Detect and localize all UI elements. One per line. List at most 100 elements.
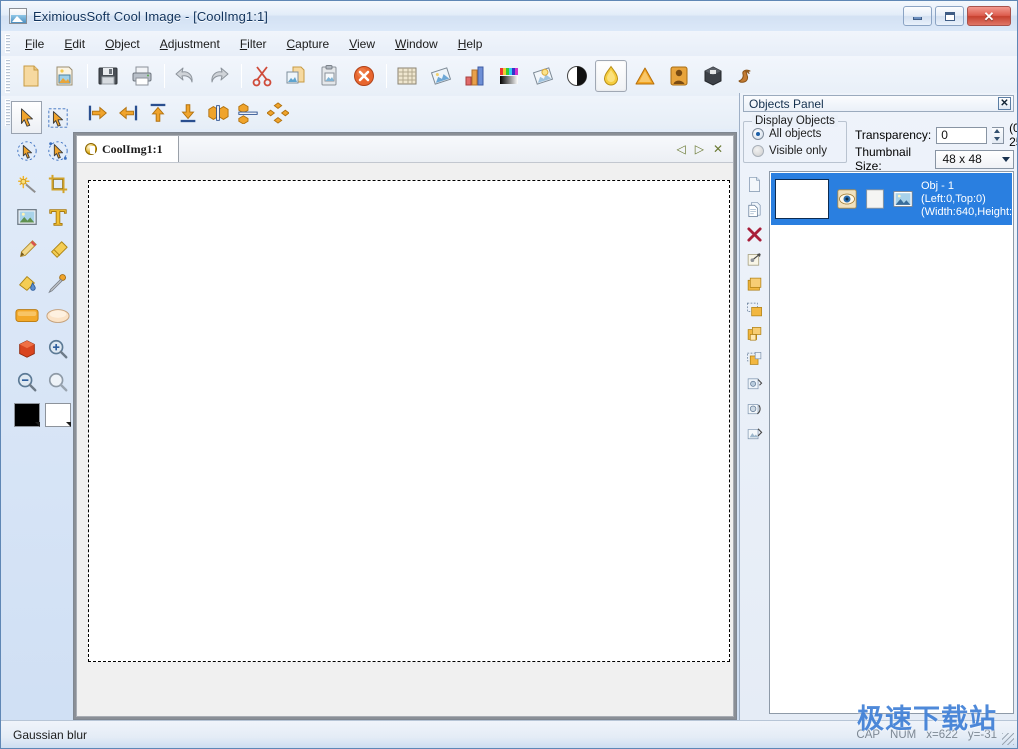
spinner-down-icon[interactable] bbox=[994, 137, 1000, 141]
brightness-button[interactable] bbox=[527, 60, 559, 92]
objects-list[interactable]: Obj - 1 (Left:0,Top:0) (Width:640,Height… bbox=[769, 171, 1014, 714]
text-tool[interactable] bbox=[42, 200, 73, 233]
num-lock-indicator: NUM bbox=[890, 729, 916, 741]
object-properties-button[interactable] bbox=[745, 375, 764, 394]
move-up-object-button[interactable] bbox=[745, 275, 764, 294]
image-insert-tool[interactable] bbox=[11, 200, 42, 233]
menu-item-file[interactable]: File bbox=[15, 34, 54, 54]
image-canvas[interactable] bbox=[88, 180, 730, 662]
delete-object-button[interactable] bbox=[745, 225, 764, 244]
align-right-button[interactable] bbox=[113, 99, 143, 127]
distribute-button[interactable] bbox=[263, 99, 293, 127]
resize-grip[interactable] bbox=[1002, 733, 1014, 745]
ungroup-objects-icon bbox=[746, 351, 763, 368]
radio-visible-only[interactable]: Visible only bbox=[752, 145, 827, 157]
move-down-object-button[interactable] bbox=[745, 300, 764, 319]
open-file-button[interactable] bbox=[49, 60, 81, 92]
print-button[interactable] bbox=[126, 60, 158, 92]
menu-item-filter[interactable]: Filter bbox=[230, 34, 277, 54]
nav-next-button[interactable]: ▷ bbox=[695, 142, 704, 156]
canvas-size-button[interactable] bbox=[391, 60, 423, 92]
object-type-indicator bbox=[893, 189, 913, 209]
delete-button[interactable] bbox=[348, 60, 380, 92]
contrast-button[interactable] bbox=[561, 60, 593, 92]
3d-box-button[interactable] bbox=[697, 60, 729, 92]
save-button[interactable] bbox=[92, 60, 124, 92]
new-object-button[interactable] bbox=[745, 175, 764, 194]
duplicate-object-button[interactable] bbox=[745, 200, 764, 219]
thumbnail-size-label: Thumbnail Size: bbox=[855, 145, 930, 173]
group-objects-button[interactable] bbox=[745, 325, 764, 344]
rotate-object-button[interactable] bbox=[745, 400, 764, 419]
rectangle-shape-tool[interactable] bbox=[11, 299, 42, 332]
menubar-grip[interactable] bbox=[5, 34, 10, 53]
gaussian-blur-button[interactable] bbox=[595, 60, 627, 92]
menu-item-window[interactable]: Window bbox=[385, 34, 448, 54]
objects-panel-close-button[interactable]: ✕ bbox=[998, 97, 1011, 110]
close-button[interactable]: ✕ bbox=[967, 6, 1011, 26]
color-palette-button[interactable] bbox=[493, 60, 525, 92]
undo-button[interactable] bbox=[169, 60, 201, 92]
align-top-button[interactable] bbox=[143, 99, 173, 127]
menu-item-help[interactable]: Help bbox=[448, 34, 493, 54]
flip-object-button[interactable] bbox=[745, 425, 764, 444]
minimize-button[interactable] bbox=[903, 6, 932, 26]
twirl-button[interactable] bbox=[731, 60, 763, 92]
polygon-shape-tool[interactable] bbox=[11, 332, 42, 365]
ellipse-shape-tool[interactable] bbox=[42, 299, 73, 332]
transparency-spinner[interactable] bbox=[992, 127, 1004, 144]
zoom-in-tool[interactable] bbox=[42, 332, 73, 365]
stamp-tool[interactable] bbox=[42, 266, 73, 299]
distribute-horizontal-icon bbox=[237, 102, 259, 124]
radio-all-objects[interactable]: All objects bbox=[752, 128, 821, 140]
menu-item-view[interactable]: View bbox=[339, 34, 385, 54]
new-file-button[interactable] bbox=[15, 60, 47, 92]
save-icon bbox=[96, 64, 120, 88]
align-toolbar-grip[interactable] bbox=[5, 99, 10, 126]
align-left-button[interactable] bbox=[83, 99, 113, 127]
menu-item-edit[interactable]: Edit bbox=[54, 34, 95, 54]
menu-item-object[interactable]: Object bbox=[95, 34, 150, 54]
canvas-area[interactable] bbox=[77, 163, 733, 716]
emboss-button[interactable] bbox=[663, 60, 695, 92]
crop-tool[interactable] bbox=[42, 167, 73, 200]
main-toolbar-grip[interactable] bbox=[5, 59, 10, 93]
ungroup-objects-button[interactable] bbox=[745, 350, 764, 369]
objects-list-item[interactable]: Obj - 1 (Left:0,Top:0) (Width:640,Height… bbox=[771, 173, 1012, 225]
maximize-button[interactable] bbox=[935, 6, 964, 26]
marquee-select-tool[interactable] bbox=[42, 101, 73, 134]
object-visibility-toggle[interactable] bbox=[837, 189, 857, 209]
distribute-horizontal-button[interactable] bbox=[233, 99, 263, 127]
magic-wand-tool[interactable] bbox=[11, 167, 42, 200]
title-bar: EximiousSoft Cool Image - [CoolImg1:1] ✕ bbox=[1, 1, 1017, 31]
foreground-color-swatch[interactable] bbox=[11, 398, 42, 432]
pencil-tool[interactable] bbox=[11, 233, 42, 266]
copy-button[interactable] bbox=[280, 60, 312, 92]
align-bottom-button[interactable] bbox=[173, 99, 203, 127]
node-edit-tool[interactable] bbox=[42, 134, 73, 167]
paint-bucket-tool[interactable] bbox=[11, 266, 42, 299]
merge-objects-button[interactable] bbox=[745, 250, 764, 269]
image-effects-button[interactable] bbox=[425, 60, 457, 92]
nav-prev-button[interactable]: ◁ bbox=[676, 142, 685, 156]
object-lock-toggle[interactable] bbox=[865, 189, 885, 209]
histogram-button[interactable] bbox=[459, 60, 491, 92]
background-color-swatch[interactable] bbox=[42, 398, 73, 432]
arrow-select-tool[interactable] bbox=[11, 101, 42, 134]
spinner-up-icon[interactable] bbox=[994, 129, 1000, 133]
paste-button[interactable] bbox=[314, 60, 346, 92]
lasso-select-tool[interactable] bbox=[11, 134, 42, 167]
document-tab-coolimg1[interactable]: CoolImg1:1 bbox=[77, 136, 179, 162]
cut-button[interactable] bbox=[246, 60, 278, 92]
align-center-vertical-button[interactable] bbox=[203, 99, 233, 127]
zoom-out-tool[interactable] bbox=[11, 365, 42, 398]
redo-button[interactable] bbox=[203, 60, 235, 92]
eraser-tool[interactable] bbox=[42, 233, 73, 266]
thumbnail-size-select[interactable]: 48 x 48 bbox=[935, 150, 1014, 169]
document-close-button[interactable]: ✕ bbox=[713, 142, 723, 156]
sharpen-button[interactable] bbox=[629, 60, 661, 92]
transparency-input[interactable]: 0 bbox=[936, 127, 987, 144]
menu-item-adjustment[interactable]: Adjustment bbox=[150, 34, 230, 54]
magnifier-tool[interactable] bbox=[42, 365, 73, 398]
menu-item-capture[interactable]: Capture bbox=[277, 34, 340, 54]
